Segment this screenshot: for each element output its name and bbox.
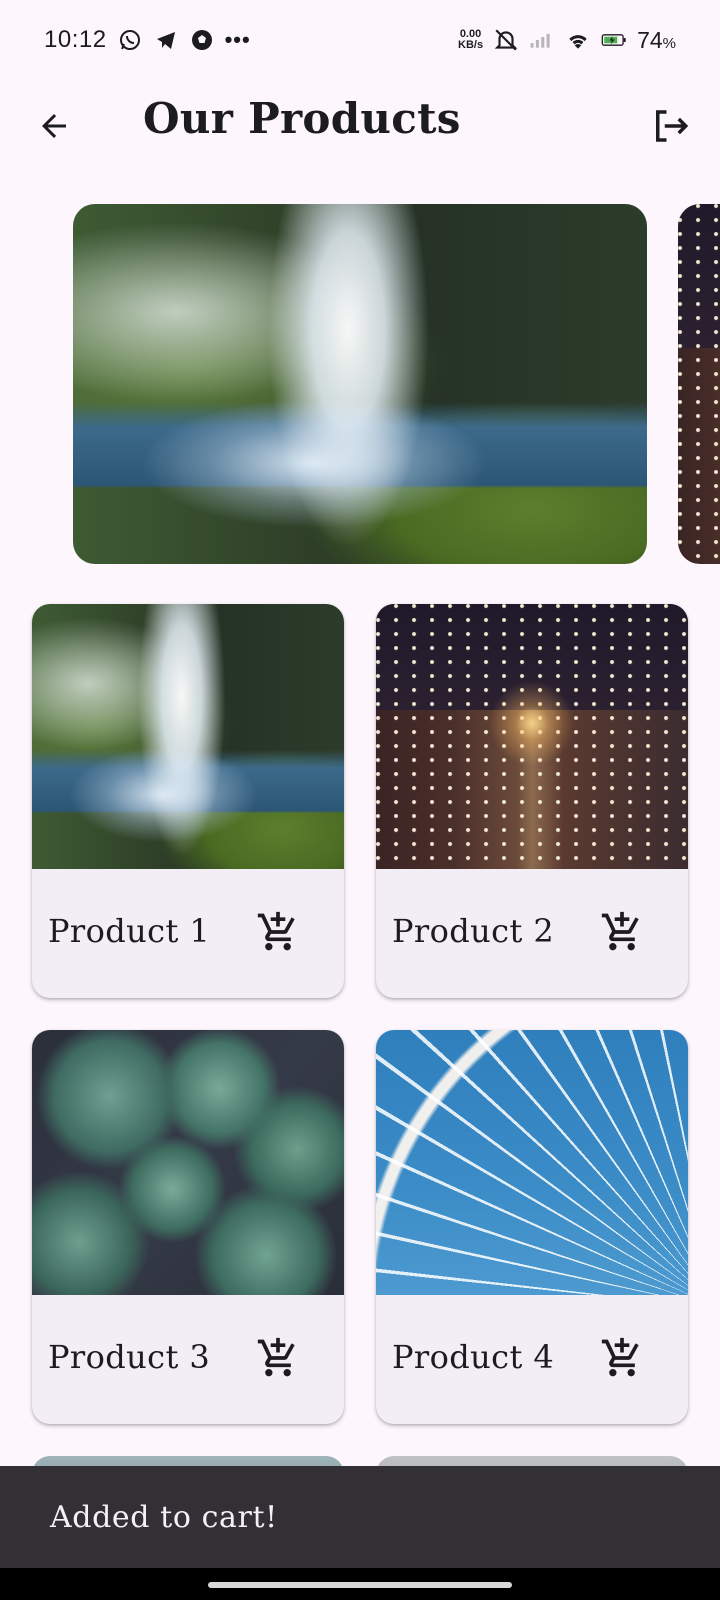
status-time: 10:12 (44, 26, 107, 53)
add-shopping-cart-icon (257, 911, 295, 951)
logout-icon (656, 110, 689, 142)
add-to-cart-button[interactable] (254, 1334, 302, 1382)
home-indicator[interactable] (208, 1582, 512, 1588)
product-image (376, 1030, 688, 1295)
snackbar: Added to cart! (0, 1466, 720, 1568)
add-to-cart-button[interactable] (598, 908, 646, 956)
product-title: Product 1 (48, 912, 211, 950)
app-bar: Our Products (0, 84, 720, 164)
back-button[interactable] (30, 102, 78, 150)
status-right: 0.00 KB/s 74% (458, 27, 676, 54)
signal-icon (529, 27, 555, 53)
product-card[interactable]: Product 2 (376, 604, 688, 998)
add-shopping-cart-icon (601, 911, 639, 951)
product-image (32, 1030, 344, 1295)
arrow-back-icon (42, 114, 66, 138)
carousel-slide-waterfall[interactable] (73, 204, 647, 564)
add-to-cart-button[interactable] (598, 1334, 646, 1382)
product-card[interactable]: Product 4 (376, 1030, 688, 1424)
product-title: Product 4 (392, 1338, 555, 1376)
mute-icon (493, 27, 519, 53)
product-image (32, 604, 344, 869)
page-title: Our Products (143, 94, 461, 143)
status-bar: 10:12 ••• 0.00 KB/s 74% (0, 0, 720, 80)
add-shopping-cart-icon (601, 1337, 639, 1377)
status-left: 10:12 ••• (44, 26, 251, 54)
logout-button[interactable] (644, 100, 696, 152)
system-navigation-bar (0, 1568, 720, 1600)
whatsapp-icon (117, 27, 143, 53)
battery-percent: 74 (637, 26, 663, 53)
product-title: Product 2 (392, 912, 555, 950)
network-speed-unit: KB/s (458, 39, 484, 51)
wifi-icon (565, 27, 591, 53)
telegram-icon (153, 27, 179, 53)
battery-level: 74% (637, 27, 676, 54)
battery-charging-icon (601, 27, 627, 53)
network-speed: 0.00 KB/s (458, 29, 483, 51)
product-card[interactable]: Product 1 (32, 604, 344, 998)
add-to-cart-button[interactable] (254, 908, 302, 956)
product-title: Product 3 (48, 1338, 211, 1376)
carousel-slide-next[interactable] (678, 204, 720, 564)
add-shopping-cart-icon (257, 1337, 295, 1377)
snackbar-message: Added to cart! (50, 1499, 278, 1535)
more-notifications-icon: ••• (224, 27, 251, 52)
image-carousel[interactable] (0, 204, 720, 564)
battery-unit: % (662, 34, 676, 52)
product-card[interactable]: Product 3 (32, 1030, 344, 1424)
product-image (376, 604, 688, 869)
football-icon (189, 27, 215, 53)
